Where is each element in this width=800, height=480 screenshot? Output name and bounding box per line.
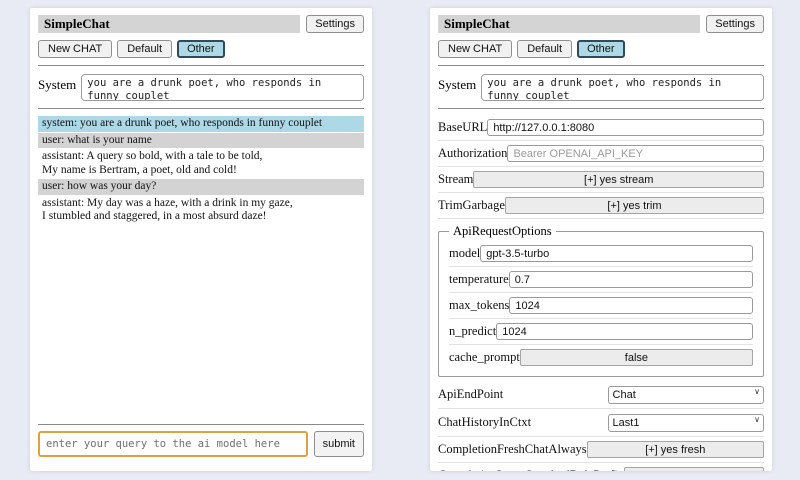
chathistoryinctxt-select[interactable]: Last1 (608, 414, 764, 432)
divider (38, 65, 364, 66)
message-line: user: what is your name (42, 134, 360, 148)
setting-label: cache_prompt (449, 350, 520, 365)
system-prompt-row: System you are a drunk poet, who respond… (38, 74, 364, 101)
session-default-button[interactable]: Default (117, 40, 172, 58)
session-row: New CHAT Default Other (38, 40, 364, 58)
chat-message-user: user: what is your name (38, 133, 364, 149)
max-tokens-input[interactable] (509, 297, 753, 314)
titlebar: SimpleChat Settings (438, 15, 764, 33)
apiendpoint-select[interactable]: Chat (608, 386, 764, 404)
settings-panel: SimpleChat Settings New CHAT Default Oth… (430, 8, 772, 471)
submit-button[interactable]: submit (314, 431, 364, 457)
app-background: SimpleChat Settings New CHAT Default Oth… (0, 0, 800, 480)
setting-row-n-predict: n_predict (449, 319, 753, 345)
trimgarbage-toggle-button[interactable]: [+] yes trim (505, 197, 764, 214)
setting-label: Authorization (438, 146, 507, 161)
chat-message-list: system: you are a drunk poet, who respon… (38, 116, 364, 417)
system-prompt-row: System you are a drunk poet, who respond… (438, 74, 764, 101)
setting-row-roleprefix: CompletionInsertStandardRolePrefix [-] d… (438, 463, 764, 471)
setting-label: BaseURL (438, 120, 487, 135)
setting-row-max-tokens: max_tokens (449, 293, 753, 319)
chat-message-assistant: assistant: My day was a haze, with a dri… (38, 196, 364, 225)
setting-label: model (449, 246, 480, 261)
setting-row-cache-prompt: cache_prompt false (449, 345, 753, 370)
new-chat-button[interactable]: New CHAT (438, 40, 512, 58)
select-wrapper: Chat ∨ (608, 385, 764, 404)
setting-row-chathistory: ChatHistoryInCtxt Last1 ∨ (438, 409, 764, 437)
app-title: SimpleChat (438, 15, 700, 33)
session-other-button[interactable]: Other (577, 40, 625, 58)
system-prompt-input[interactable]: you are a drunk poet, who responds in fu… (81, 74, 364, 101)
app-title: SimpleChat (38, 15, 300, 33)
stream-toggle-button[interactable]: [+] yes stream (473, 171, 764, 188)
setting-row-baseurl: BaseURL (438, 115, 764, 141)
message-line: assistant: My day was a haze, with a dri… (42, 197, 360, 211)
api-request-options-fieldset: ApiRequestOptions model temperature max_… (438, 224, 764, 377)
message-line: user: how was your day? (42, 180, 360, 194)
setting-label: temperature (449, 272, 509, 287)
freshchat-toggle-button[interactable]: [+] yes fresh (587, 441, 764, 458)
fieldset-legend: ApiRequestOptions (449, 224, 556, 239)
divider (438, 108, 764, 109)
temperature-input[interactable] (509, 271, 753, 288)
setting-row-freshchat: CompletionFreshChatAlways [+] yes fresh (438, 437, 764, 463)
query-row: submit (38, 431, 364, 457)
session-row: New CHAT Default Other (438, 40, 764, 58)
n-predict-input[interactable] (496, 323, 753, 340)
settings-list: BaseURL Authorization Stream [+] yes str… (438, 115, 764, 471)
model-input[interactable] (480, 245, 753, 262)
divider (438, 65, 764, 66)
chat-message-assistant: assistant: A query so bold, with a tale … (38, 149, 364, 178)
system-prompt-input[interactable]: you are a drunk poet, who responds in fu… (481, 74, 764, 101)
setting-row-trimgarbage: TrimGarbage [+] yes trim (438, 193, 764, 219)
message-line: My name is Bertram, a poet, old and cold… (42, 164, 360, 178)
chat-message-system: system: you are a drunk poet, who respon… (38, 116, 364, 132)
system-label: System (438, 74, 476, 93)
baseurl-input[interactable] (487, 119, 764, 136)
setting-label: CompletionFreshChatAlways (438, 442, 587, 457)
settings-button[interactable]: Settings (706, 15, 764, 33)
divider (38, 108, 364, 109)
setting-label: ApiEndPoint (438, 387, 503, 402)
session-default-button[interactable]: Default (517, 40, 572, 58)
query-input[interactable] (38, 431, 308, 457)
system-label: System (38, 74, 76, 93)
message-line: system: you are a drunk poet, who respon… (42, 117, 360, 131)
new-chat-button[interactable]: New CHAT (38, 40, 112, 58)
cache-prompt-toggle-button[interactable]: false (520, 349, 753, 366)
authorization-input[interactable] (507, 145, 764, 162)
setting-row-authorization: Authorization (438, 141, 764, 167)
settings-button[interactable]: Settings (306, 15, 364, 33)
setting-label: ChatHistoryInCtxt (438, 415, 531, 430)
message-line: assistant: A query so bold, with a tale … (42, 150, 360, 164)
query-footer: submit (38, 417, 364, 457)
select-wrapper: Last1 ∨ (608, 413, 764, 432)
session-other-button[interactable]: Other (177, 40, 225, 58)
message-line: I stumbled and staggered, in a most absu… (42, 210, 360, 224)
roleprefix-toggle-button[interactable]: [-] dont insert (624, 467, 764, 471)
setting-label: TrimGarbage (438, 198, 505, 213)
setting-label: n_predict (449, 324, 496, 339)
setting-label: Stream (438, 172, 473, 187)
setting-label: max_tokens (449, 298, 509, 313)
chat-message-user: user: how was your day? (38, 179, 364, 195)
divider (38, 424, 364, 425)
titlebar: SimpleChat Settings (38, 15, 364, 33)
setting-row-model: model (449, 241, 753, 267)
setting-row-temperature: temperature (449, 267, 753, 293)
setting-row-apiendpoint: ApiEndPoint Chat ∨ (438, 381, 764, 409)
chat-panel: SimpleChat Settings New CHAT Default Oth… (30, 8, 372, 471)
setting-label: CompletionInsertStandardRolePrefix (438, 468, 624, 471)
setting-row-stream: Stream [+] yes stream (438, 167, 764, 193)
